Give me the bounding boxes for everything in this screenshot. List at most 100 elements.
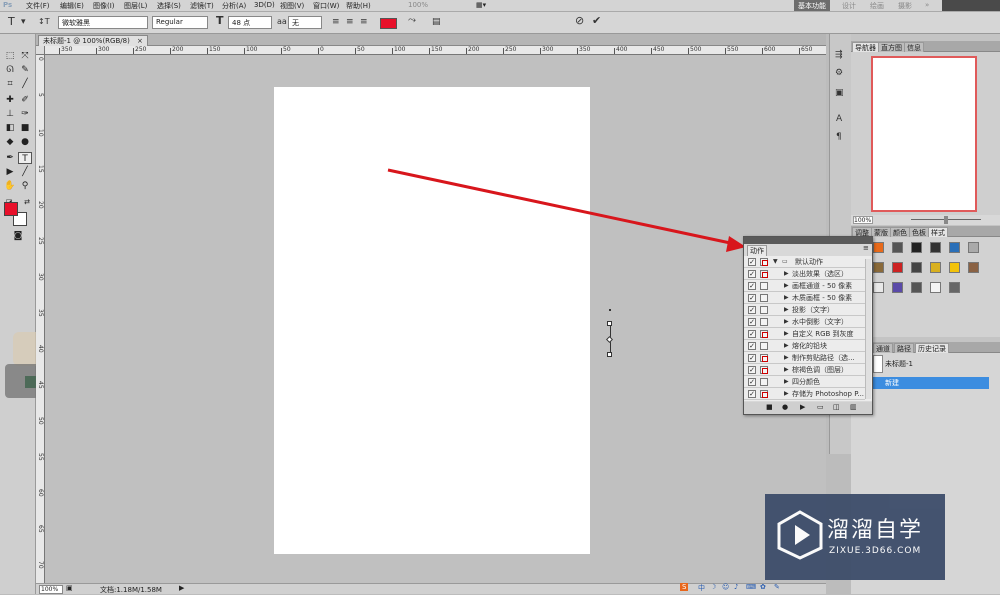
- eraser-tool-icon[interactable]: ◧: [3, 122, 17, 134]
- style-swatch[interactable]: [911, 282, 922, 293]
- actions-menu-icon[interactable]: ≡: [863, 244, 869, 252]
- action-row[interactable]: ✓▶渐变映射: [744, 400, 865, 401]
- menu-file[interactable]: 文件(F): [26, 1, 50, 11]
- antialias-select[interactable]: 无: [288, 16, 322, 29]
- dialog-toggle-icon[interactable]: [760, 378, 768, 386]
- action-toggle-checkbox[interactable]: ✓: [748, 330, 756, 338]
- ime-lang-label[interactable]: 中: [698, 583, 705, 593]
- expand-action-icon[interactable]: ▶: [784, 364, 789, 375]
- cancel-edit-icon[interactable]: ⊘: [575, 15, 584, 26]
- blur-tool-icon[interactable]: ◆: [3, 136, 17, 148]
- style-swatch[interactable]: [892, 282, 903, 293]
- workspace-essentials[interactable]: 基本功能: [794, 0, 830, 11]
- emoji-icon[interactable]: ☺: [722, 583, 729, 591]
- align-left-icon[interactable]: ≡: [332, 17, 340, 27]
- style-swatch[interactable]: [873, 282, 884, 293]
- style-swatch[interactable]: [892, 262, 903, 273]
- tools-icon[interactable]: ✎: [774, 583, 780, 591]
- action-row[interactable]: ✓ ▶ 画框通道 - 50 像素: [744, 280, 865, 292]
- delete-icon[interactable]: ▥: [850, 403, 857, 411]
- navigator-thumbnail[interactable]: [871, 56, 977, 212]
- tab-swatches[interactable]: 色板: [909, 227, 929, 237]
- hand-tool-icon[interactable]: ✋: [3, 180, 17, 192]
- document-canvas[interactable]: [274, 87, 590, 554]
- history-snapshot-label[interactable]: 未标题-1: [885, 359, 913, 369]
- pen-tool-icon[interactable]: ✒: [3, 152, 17, 164]
- tab-histogram[interactable]: 直方图: [878, 42, 905, 52]
- commit-edit-icon[interactable]: ✔: [592, 15, 601, 26]
- actions-scrollbar[interactable]: [865, 259, 871, 399]
- action-toggle-checkbox[interactable]: ✓: [748, 294, 756, 302]
- expand-action-icon[interactable]: ▶: [784, 400, 789, 401]
- style-swatch[interactable]: [930, 282, 941, 293]
- menu-image[interactable]: 图像(I): [93, 1, 115, 11]
- voice-icon[interactable]: ♪: [734, 583, 738, 591]
- action-toggle-checkbox[interactable]: ✓: [748, 270, 756, 278]
- quick-mask-icon[interactable]: ◙: [11, 230, 25, 242]
- text-handle-bottom[interactable]: [607, 352, 612, 357]
- style-swatch[interactable]: [873, 242, 884, 253]
- action-row[interactable]: ✓ ▶ 存储为 Photoshop P...: [744, 388, 865, 400]
- dialog-toggle-icon[interactable]: [760, 282, 768, 290]
- skin-icon[interactable]: ✿: [760, 583, 766, 591]
- style-swatch[interactable]: [968, 242, 979, 253]
- dialog-toggle-icon[interactable]: [760, 342, 768, 350]
- dialog-toggle-icon[interactable]: [760, 366, 768, 374]
- warp-text-icon[interactable]: ⤳: [408, 16, 416, 26]
- style-swatch[interactable]: [930, 242, 941, 253]
- tool-preset-chevron-icon[interactable]: ▾: [21, 17, 26, 27]
- character-panel-icon[interactable]: ▤: [432, 17, 441, 27]
- menu-select[interactable]: 选择(S): [157, 1, 181, 11]
- arrange-docs-icon[interactable]: ▦▾: [476, 1, 486, 9]
- expand-action-icon[interactable]: ▶: [784, 352, 789, 363]
- action-row[interactable]: ✓ ▶ 水中倒影（文字）: [744, 316, 865, 328]
- type-tool-icon[interactable]: T: [8, 16, 15, 27]
- action-set-row[interactable]: ✓ ▼ ▭ 默认动作: [744, 256, 865, 268]
- record-icon[interactable]: ●: [782, 403, 788, 411]
- action-toggle-checkbox[interactable]: ✓: [748, 282, 756, 290]
- action-row[interactable]: ✓ ▶ 木质画框 - 50 像素: [744, 292, 865, 304]
- new-set-icon[interactable]: ▭: [817, 403, 824, 411]
- style-swatch[interactable]: [892, 242, 903, 253]
- move-tool-icon[interactable]: ⤧: [18, 50, 32, 62]
- healing-brush-tool-icon[interactable]: ✚: [3, 94, 17, 106]
- style-swatch[interactable]: [968, 262, 979, 273]
- paragraph-icon[interactable]: ¶: [836, 132, 842, 142]
- history-state-new[interactable]: 新建: [871, 377, 989, 389]
- sogou-ime-icon[interactable]: S: [680, 583, 689, 591]
- dialog-toggle-icon[interactable]: [760, 306, 768, 314]
- workspace-more-icon[interactable]: »: [925, 1, 929, 9]
- dialog-toggle-icon[interactable]: [760, 390, 768, 398]
- style-swatch[interactable]: [949, 282, 960, 293]
- style-swatch[interactable]: [949, 262, 960, 273]
- gradient-tool-icon[interactable]: ■: [18, 122, 32, 134]
- expand-action-icon[interactable]: ▶: [784, 340, 789, 351]
- expand-action-icon[interactable]: ▶: [784, 376, 789, 387]
- tab-styles[interactable]: 样式: [928, 227, 948, 237]
- marquee-tool-icon[interactable]: ⬚: [3, 50, 17, 62]
- workspace-painting[interactable]: 绘画: [870, 1, 884, 11]
- action-row[interactable]: ✓ ▶ 制作剪贴路径（选...: [744, 352, 865, 364]
- character-icon[interactable]: A: [836, 114, 842, 124]
- action-toggle-checkbox[interactable]: ✓: [748, 366, 756, 374]
- navigator-zoom-thumb[interactable]: [944, 216, 948, 224]
- expand-action-icon[interactable]: ▶: [784, 328, 789, 339]
- dialog-toggle-icon[interactable]: [760, 354, 768, 362]
- tab-close-icon[interactable]: ×: [137, 37, 143, 45]
- menu-filter[interactable]: 滤镜(T): [190, 1, 214, 11]
- stop-icon[interactable]: ■: [766, 403, 773, 411]
- eyedropper-tool-icon[interactable]: ╱: [18, 78, 32, 90]
- document-tab[interactable]: 未标题-1 @ 100%(RGB/8) ×: [38, 35, 148, 46]
- lasso-tool-icon[interactable]: ᘏ: [3, 64, 17, 76]
- dodge-tool-icon[interactable]: ●: [18, 136, 32, 148]
- dialog-toggle-icon[interactable]: [760, 330, 768, 338]
- action-toggle-checkbox[interactable]: ✓: [748, 306, 756, 314]
- expand-action-icon[interactable]: ▶: [784, 268, 789, 279]
- workspace-design[interactable]: 设计: [842, 1, 856, 11]
- action-toggle-checkbox[interactable]: ✓: [748, 390, 756, 398]
- crop-tool-icon[interactable]: ⌗: [3, 78, 17, 90]
- brush-tool-icon[interactable]: ✐: [18, 94, 32, 106]
- menu-analysis[interactable]: 分析(A): [222, 1, 246, 11]
- zoom-field[interactable]: 100%: [39, 585, 63, 594]
- toggle-orientation-icon[interactable]: ↕T: [38, 17, 50, 27]
